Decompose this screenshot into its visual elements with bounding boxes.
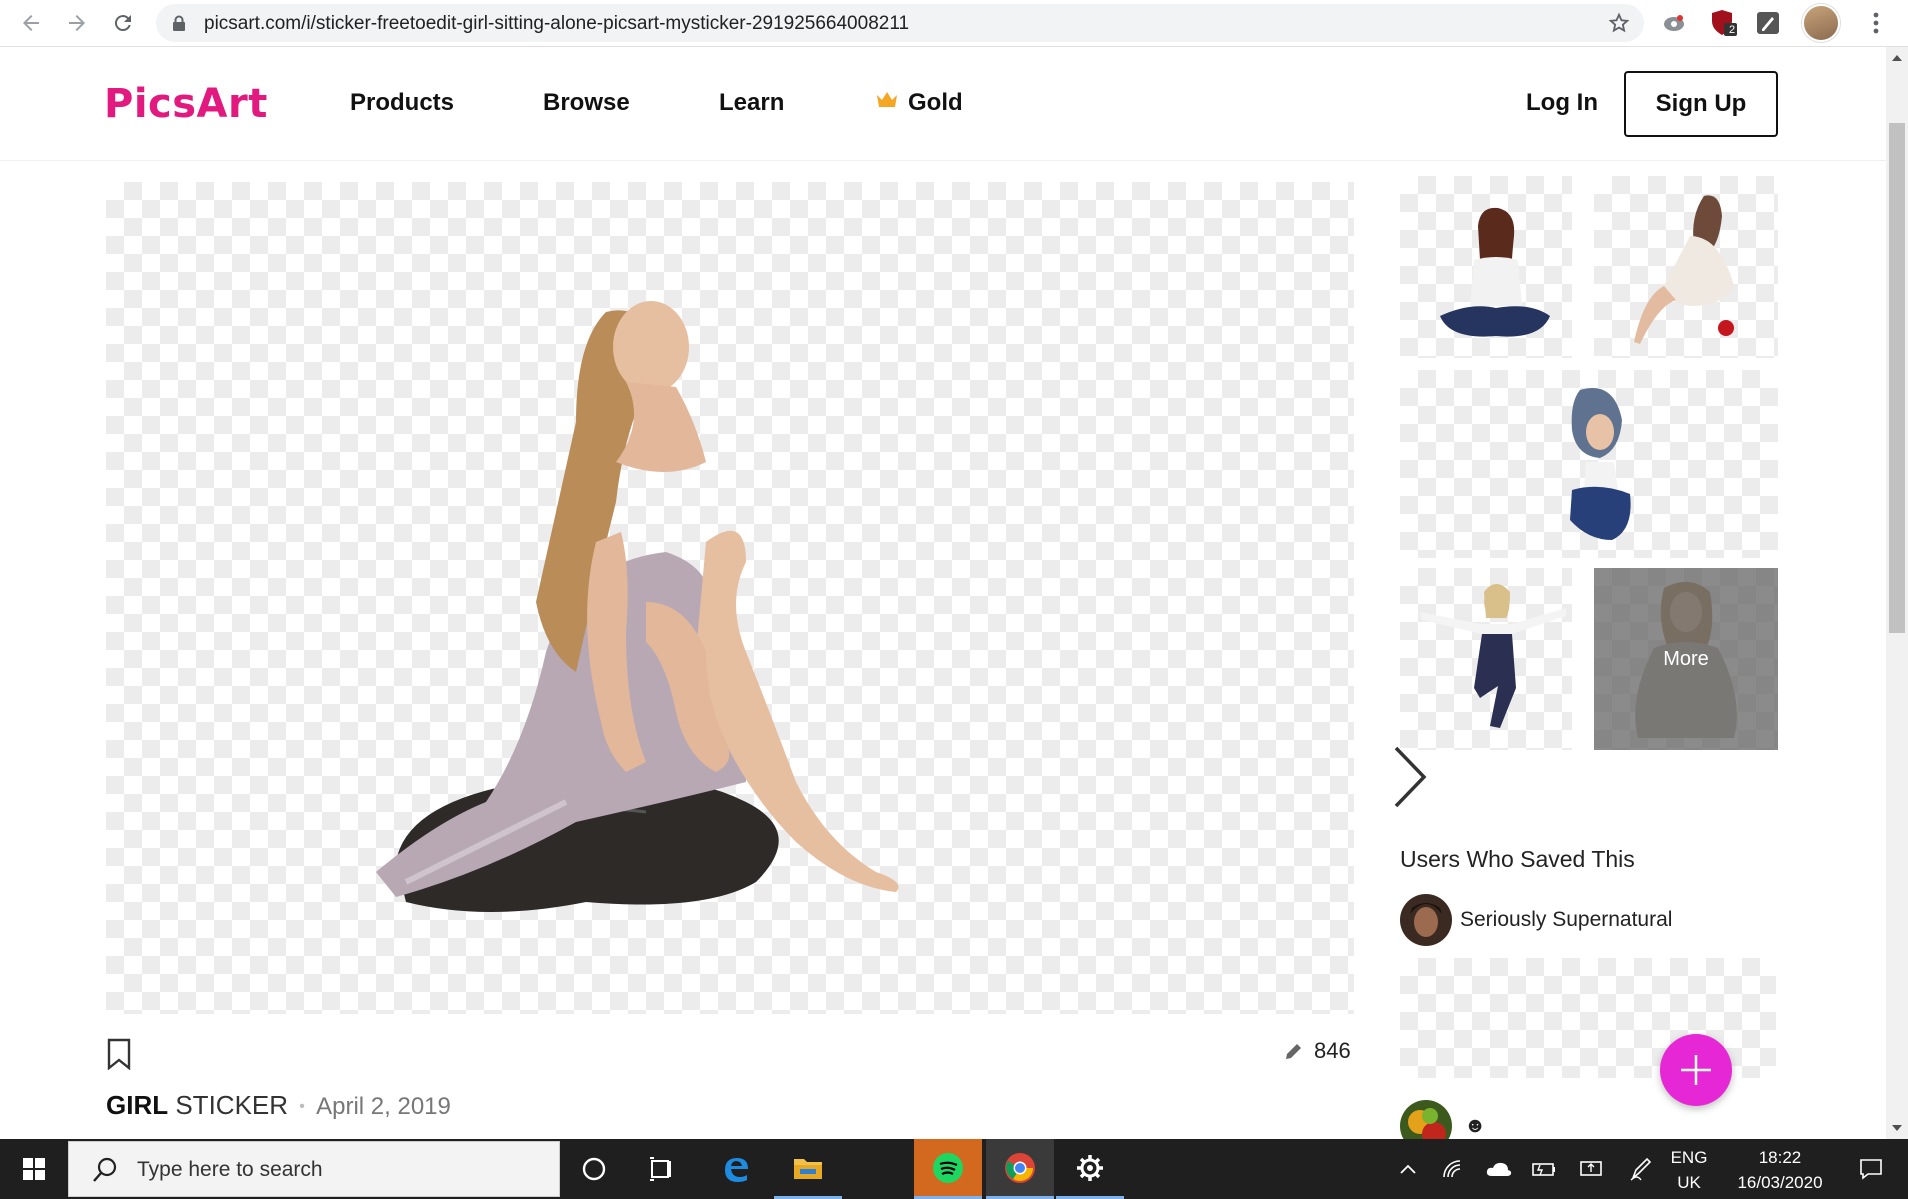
back-button[interactable] [16, 8, 46, 38]
cloud-icon [1486, 1162, 1512, 1176]
sticker-type: STICKER [175, 1090, 289, 1120]
url-text: picsart.com/i/sticker-freetoedit-girl-si… [204, 13, 910, 34]
edge-taskbar-button[interactable] [702, 1139, 770, 1199]
nav-learn[interactable]: Learn [719, 89, 784, 117]
picsart-logo[interactable]: PicsArt [104, 81, 268, 127]
crown-icon [877, 92, 897, 107]
bookmark-star-icon[interactable] [1608, 12, 1630, 34]
page-scrollbar[interactable] [1886, 47, 1908, 1139]
edit-count[interactable]: 846 [1284, 1038, 1351, 1064]
chrome-taskbar-button[interactable] [986, 1139, 1054, 1199]
cortana-circle-icon [582, 1157, 606, 1181]
scroll-up-arrow-icon[interactable] [1892, 55, 1902, 61]
nav-products[interactable]: Products [350, 89, 454, 117]
menu-kebab-icon[interactable] [1860, 7, 1892, 39]
back-arrow-icon [23, 15, 39, 31]
site-header: PicsArt Products Browse Learn Gold Log I… [0, 47, 1886, 161]
battery-icon [1532, 1163, 1555, 1176]
sticker-tag[interactable]: GIRL [106, 1090, 168, 1120]
extension-pen-icon[interactable] [1752, 7, 1784, 39]
signup-button[interactable]: Sign Up [1624, 71, 1778, 137]
start-button[interactable] [0, 1139, 68, 1199]
related-sticker-thumb[interactable] [1400, 370, 1778, 558]
saved-user-row[interactable]: Seriously Supernatural [1400, 894, 1672, 946]
sticker-date: April 2, 2019 [316, 1093, 451, 1120]
windows-taskbar: Type here to search ENG UK 18:22 16/03/2… [0, 1139, 1908, 1199]
avatar[interactable] [1400, 894, 1452, 946]
title-separator: • [299, 1098, 305, 1116]
chrome-icon [1005, 1152, 1035, 1183]
profile-avatar[interactable] [1802, 4, 1840, 42]
cortana-button[interactable] [560, 1139, 628, 1199]
forward-arrow-icon [69, 15, 85, 31]
file-explorer-taskbar-button[interactable] [774, 1139, 842, 1199]
spotify-taskbar-button[interactable] [914, 1139, 982, 1199]
windows-logo-icon [23, 1158, 45, 1180]
show-hidden-icons-button[interactable] [1394, 1139, 1422, 1199]
input-language-indicator[interactable]: ENG UK [1664, 1145, 1714, 1195]
login-link[interactable]: Log In [1526, 89, 1598, 117]
browser-toolbar: picsart.com/i/sticker-freetoedit-girl-si… [0, 0, 1908, 47]
monitor-icon [1580, 1161, 1602, 1176]
spotify-icon [933, 1152, 963, 1183]
scrollbar-thumb[interactable] [1889, 123, 1905, 633]
task-view-button[interactable] [628, 1139, 696, 1199]
scroll-down-arrow-icon[interactable] [1892, 1125, 1902, 1131]
action-center-button[interactable] [1846, 1139, 1896, 1199]
pencil-icon [1286, 1044, 1301, 1059]
more-label: More [1663, 647, 1709, 670]
settings-taskbar-button[interactable] [1056, 1139, 1124, 1199]
search-icon [93, 1157, 117, 1182]
system-clock[interactable]: 18:22 16/03/2020 [1720, 1145, 1840, 1195]
clock-date: 16/03/2020 [1737, 1173, 1823, 1192]
girl-in-white-dress-image [1634, 195, 1734, 344]
sticker-girl-sitting-image [376, 301, 899, 912]
display-tray-button[interactable] [1574, 1139, 1608, 1199]
plus-icon [1681, 1055, 1711, 1085]
wifi-icon [1443, 1160, 1461, 1178]
extension-eye-icon[interactable] [1658, 7, 1690, 39]
lock-icon [173, 15, 185, 31]
related-sticker-thumb[interactable] [1400, 176, 1572, 358]
language-code: ENG [1670, 1148, 1708, 1167]
taskbar-search-box[interactable]: Type here to search [68, 1141, 560, 1197]
forward-button[interactable] [62, 8, 92, 38]
girl-with-phone-image [1440, 207, 1550, 337]
pen-workspace-tray-button[interactable] [1624, 1139, 1658, 1199]
clock-time: 18:22 [1758, 1148, 1802, 1167]
doll-character-image [1570, 388, 1631, 540]
extension-badge: 2 [1729, 24, 1736, 36]
dancing-girl-image [1420, 584, 1566, 728]
create-plus-button[interactable] [1660, 1034, 1732, 1106]
ublock-extension-icon[interactable]: 2 [1708, 7, 1740, 39]
related-sticker-thumb[interactable] [1400, 568, 1572, 750]
taskbar-search-placeholder: Type here to search [137, 1158, 323, 1181]
notifications-icon [1860, 1159, 1882, 1180]
edit-count-value: 846 [1314, 1038, 1351, 1063]
save-bookmark-icon[interactable] [106, 1038, 132, 1070]
more-button[interactable]: More [1594, 568, 1778, 750]
reload-icon [114, 15, 131, 32]
chevron-up-icon [1400, 1164, 1416, 1174]
nav-gold[interactable]: Gold [908, 89, 963, 117]
sticker-title-line: GIRL STICKER • April 2, 2019 [106, 1090, 451, 1121]
sticker-image-canvas[interactable] [106, 182, 1427, 1014]
edge-browser-icon [725, 1158, 748, 1182]
language-region: UK [1677, 1173, 1701, 1192]
gear-icon [1077, 1154, 1103, 1181]
reload-button[interactable] [108, 8, 138, 38]
nav-browse[interactable]: Browse [543, 89, 630, 117]
battery-tray-button[interactable] [1526, 1139, 1560, 1199]
onedrive-tray-button[interactable] [1482, 1139, 1516, 1199]
folder-icon [794, 1158, 822, 1179]
next-chevron-icon[interactable] [1390, 742, 1430, 812]
address-bar[interactable]: picsart.com/i/sticker-freetoedit-girl-si… [156, 4, 1644, 42]
pen-icon [1630, 1157, 1652, 1181]
related-sticker-thumb[interactable] [1594, 176, 1778, 358]
user-name[interactable]: Seriously Supernatural [1460, 908, 1672, 932]
task-view-icon [650, 1157, 671, 1181]
user-name[interactable]: ☻ [1464, 1114, 1486, 1138]
users-saved-title: Users Who Saved This [1400, 846, 1635, 872]
network-tray-button[interactable] [1438, 1139, 1468, 1199]
